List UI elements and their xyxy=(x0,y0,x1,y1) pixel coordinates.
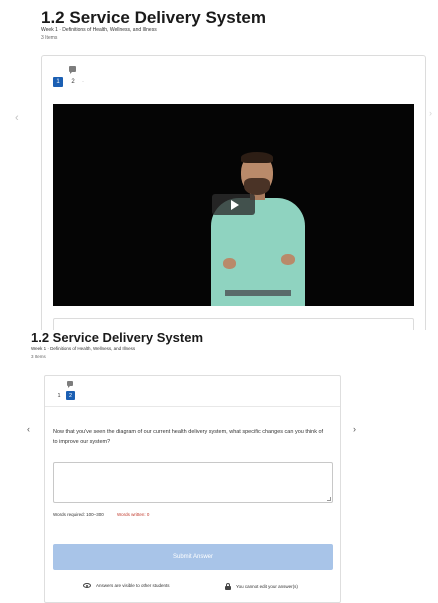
question-card: 1 2 Now that you've seen the diagram of … xyxy=(44,375,341,603)
chat-icon[interactable] xyxy=(67,381,73,388)
eye-icon xyxy=(83,583,91,588)
lock-icon xyxy=(225,583,231,590)
content-card: 1 2 · xyxy=(41,55,426,350)
question-text: Now that you've seen the diagram of our … xyxy=(53,429,324,445)
page-item-1[interactable]: 1 xyxy=(53,77,63,87)
page-subtitle: Week 1 · Definitions of Health, Wellness… xyxy=(41,27,157,33)
page-subtitle: Week 1 · Definitions of Health, Wellness… xyxy=(31,346,136,351)
page-item-more: · xyxy=(82,79,84,85)
divider xyxy=(45,406,340,407)
chevron-right-icon[interactable]: › xyxy=(353,424,356,434)
edit-note-text: You cannot edit your answer(s) xyxy=(236,584,298,589)
chevron-left-icon[interactable]: ‹ xyxy=(27,424,30,434)
page-title: 1.2 Service Delivery System xyxy=(41,8,266,27)
page-item-2[interactable]: 2 xyxy=(66,391,75,400)
page-title: 1.2 Service Delivery System xyxy=(31,330,204,345)
chevron-left-icon[interactable]: ‹ xyxy=(15,112,19,124)
visibility-note-text: Answers are visible to other students xyxy=(96,583,170,588)
video-player[interactable] xyxy=(53,104,414,306)
items-count: 3 Items xyxy=(41,35,58,41)
words-required: Words required: 100–300 xyxy=(53,512,104,517)
page-item-1[interactable]: 1 xyxy=(55,391,63,400)
play-button[interactable] xyxy=(212,194,255,215)
play-icon xyxy=(230,199,239,210)
answer-textarea[interactable] xyxy=(53,462,333,503)
screen-2: 1.2 Service Delivery System Week 1 · Def… xyxy=(27,330,438,603)
chevron-right-icon[interactable]: › xyxy=(429,108,432,118)
resize-handle[interactable] xyxy=(327,497,331,501)
items-count: 3 Items xyxy=(31,354,46,359)
chat-icon[interactable] xyxy=(69,66,76,74)
page-item-2[interactable]: 2 xyxy=(68,77,78,87)
presenter-image xyxy=(203,152,313,306)
edit-note: You cannot edit your answer(s) xyxy=(225,583,298,590)
words-written: Words written: 0 xyxy=(117,512,150,517)
visibility-note: Answers are visible to other students xyxy=(83,583,170,588)
submit-answer-button[interactable]: Submit Answer xyxy=(53,544,333,570)
